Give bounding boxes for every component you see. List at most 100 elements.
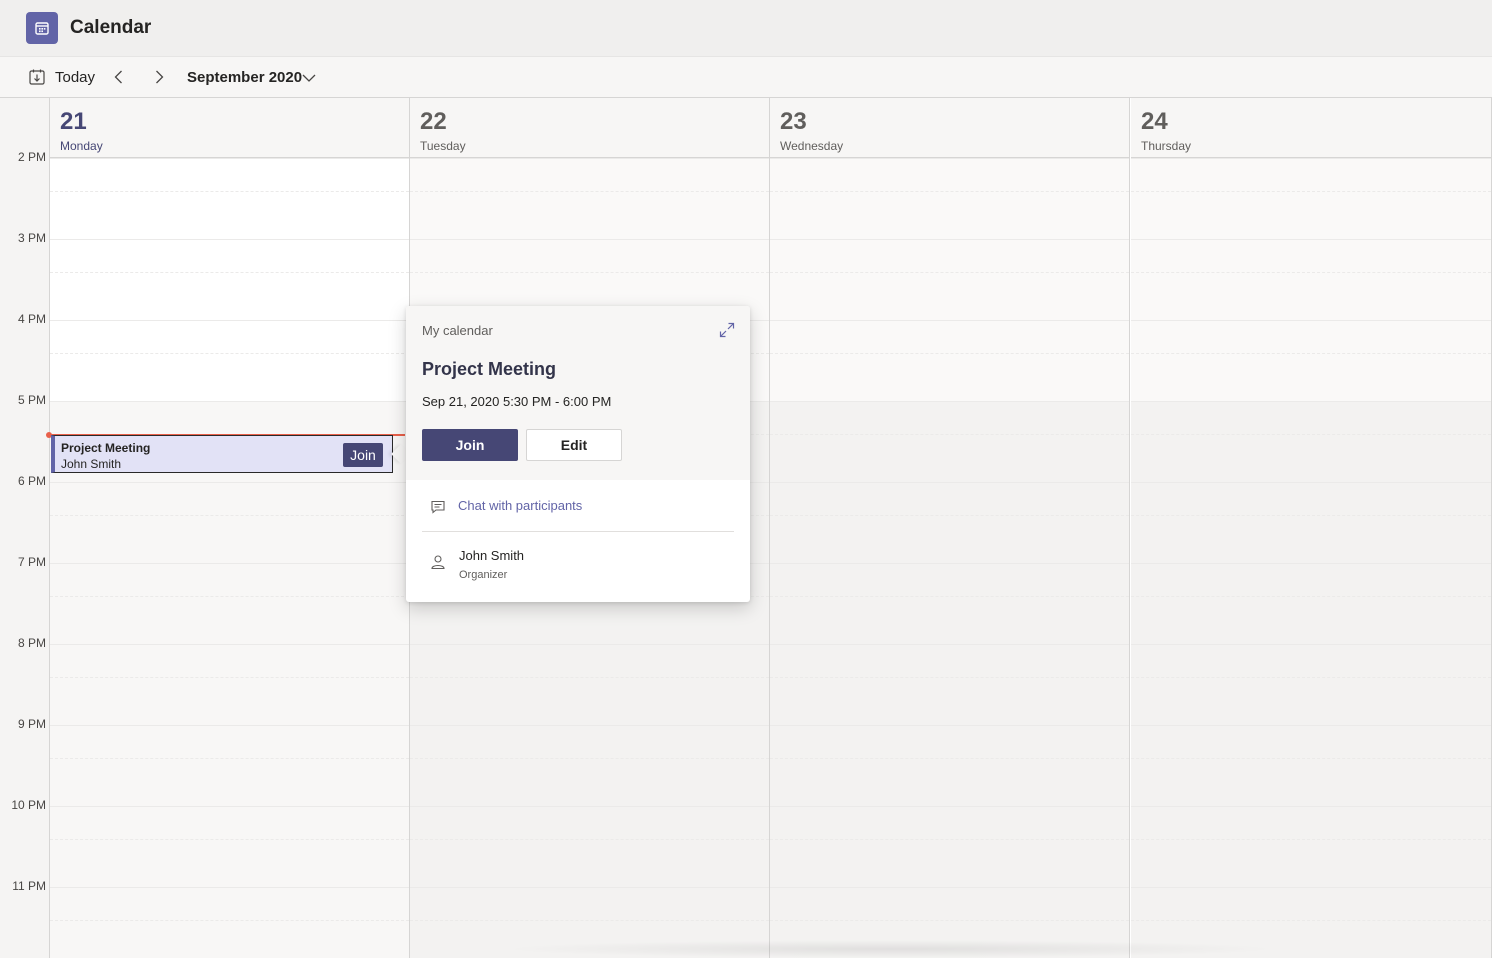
hour-line: [50, 320, 409, 321]
day-header[interactable]: 23 Wednesday: [770, 98, 1129, 158]
hour-line: [50, 239, 409, 240]
month-picker[interactable]: September 2020: [187, 69, 302, 86]
hour-line: [50, 482, 409, 483]
hour-line: [410, 806, 769, 807]
popup-title: Project Meeting: [422, 359, 557, 379]
half-hour-line: [1131, 920, 1491, 921]
time-label: 11 PM: [12, 879, 46, 893]
hour-line: [410, 158, 769, 159]
organizer-name: John Smith: [459, 548, 525, 563]
working-hours-zone: [50, 158, 409, 401]
hour-line: [50, 401, 409, 402]
time-label: 3 PM: [17, 231, 46, 245]
day-body[interactable]: [770, 158, 1129, 958]
half-hour-line: [50, 191, 409, 192]
day-number: 23: [780, 108, 807, 135]
popup-time: Sep 21, 2020 5:30 PM - 6:00 PM: [422, 394, 612, 409]
hour-line: [770, 644, 1129, 645]
hour-line: [770, 482, 1129, 483]
event-join-button[interactable]: Join: [343, 443, 383, 467]
hour-line: [1131, 806, 1491, 807]
time-label: 6 PM: [17, 474, 46, 488]
half-hour-line: [410, 839, 769, 840]
hour-line: [1131, 401, 1491, 402]
organizer-role: Organizer: [459, 569, 508, 581]
time-label: 5 PM: [17, 393, 46, 407]
half-hour-line: [770, 677, 1129, 678]
day-name: Monday: [60, 139, 103, 153]
half-hour-line: [1131, 596, 1491, 597]
day-column[interactable]: 24 Thursday: [1131, 98, 1492, 958]
day-column[interactable]: 21 Monday: [50, 98, 410, 958]
chevron-left-icon[interactable]: [110, 68, 128, 86]
half-hour-line: [1131, 515, 1491, 516]
off-hours-zone: [1131, 401, 1491, 958]
hour-line: [1131, 887, 1491, 888]
off-hours-zone: [50, 401, 409, 958]
day-body[interactable]: [50, 158, 409, 958]
popup-edit-button[interactable]: Edit: [526, 429, 622, 461]
event-block[interactable]: Project Meeting John Smith Join: [51, 435, 393, 473]
person-icon: [430, 554, 446, 570]
event-title: Project Meeting: [61, 441, 151, 455]
hour-line: [50, 725, 409, 726]
hour-line: [1131, 563, 1491, 564]
today-icon[interactable]: [28, 68, 46, 86]
hour-line: [410, 239, 769, 240]
organizer-row[interactable]: John Smith Organizer: [422, 546, 734, 590]
hour-line: [1131, 644, 1491, 645]
chat-with-participants[interactable]: Chat with participants: [422, 496, 734, 532]
time-label: 9 PM: [17, 717, 46, 731]
half-hour-line: [770, 515, 1129, 516]
hour-line: [50, 644, 409, 645]
day-body[interactable]: [1131, 158, 1491, 958]
working-hours-zone: [770, 158, 1129, 401]
day-header[interactable]: 22 Tuesday: [410, 98, 769, 158]
half-hour-line: [410, 272, 769, 273]
popup-header: My calendar Project Meeting Sep 21, 2020…: [406, 306, 750, 480]
hour-line: [770, 887, 1129, 888]
half-hour-line: [50, 839, 409, 840]
time-gutter: 2 PM 3 PM 4 PM 5 PM 6 PM 7 PM 8 PM 9 PM 10 PM 11 …: [0, 98, 50, 958]
bottom-shadow: [500, 940, 1280, 958]
calendar-toolbar: Today September 2020: [0, 57, 1492, 98]
hour-line: [50, 158, 409, 159]
today-button[interactable]: Today: [55, 69, 95, 86]
time-label: 10 PM: [11, 798, 46, 812]
popup-join-button[interactable]: Join: [422, 429, 518, 461]
day-name: Thursday: [1141, 139, 1192, 153]
chevron-right-icon[interactable]: [150, 68, 168, 86]
hour-line: [410, 725, 769, 726]
half-hour-line: [410, 920, 769, 921]
hour-line: [770, 725, 1129, 726]
time-label: 7 PM: [17, 555, 46, 569]
half-hour-line: [50, 596, 409, 597]
hour-line: [770, 320, 1129, 321]
half-hour-line: [410, 191, 769, 192]
time-label: 8 PM: [17, 636, 46, 650]
hour-line: [770, 239, 1129, 240]
half-hour-line: [770, 920, 1129, 921]
hour-line: [50, 563, 409, 564]
hour-line: [50, 806, 409, 807]
hour-line: [50, 887, 409, 888]
day-header[interactable]: 21 Monday: [50, 98, 409, 158]
chevron-down-icon[interactable]: [301, 70, 317, 86]
popup-calendar-name: My calendar: [422, 323, 493, 338]
half-hour-line: [410, 677, 769, 678]
half-hour-line: [1131, 353, 1491, 354]
half-hour-line: [770, 434, 1129, 435]
hour-line: [1131, 158, 1491, 159]
half-hour-line: [50, 353, 409, 354]
half-hour-line: [50, 515, 409, 516]
hour-line: [770, 401, 1129, 402]
working-hours-zone: [1131, 158, 1491, 401]
half-hour-line: [1131, 839, 1491, 840]
expand-icon[interactable]: [718, 321, 736, 339]
day-column[interactable]: 23 Wednesday: [770, 98, 1130, 958]
chat-icon: [430, 499, 446, 515]
time-label: 2 PM: [17, 150, 46, 164]
half-hour-line: [50, 677, 409, 678]
day-number: 22: [420, 108, 447, 135]
day-header[interactable]: 24 Thursday: [1131, 98, 1491, 158]
